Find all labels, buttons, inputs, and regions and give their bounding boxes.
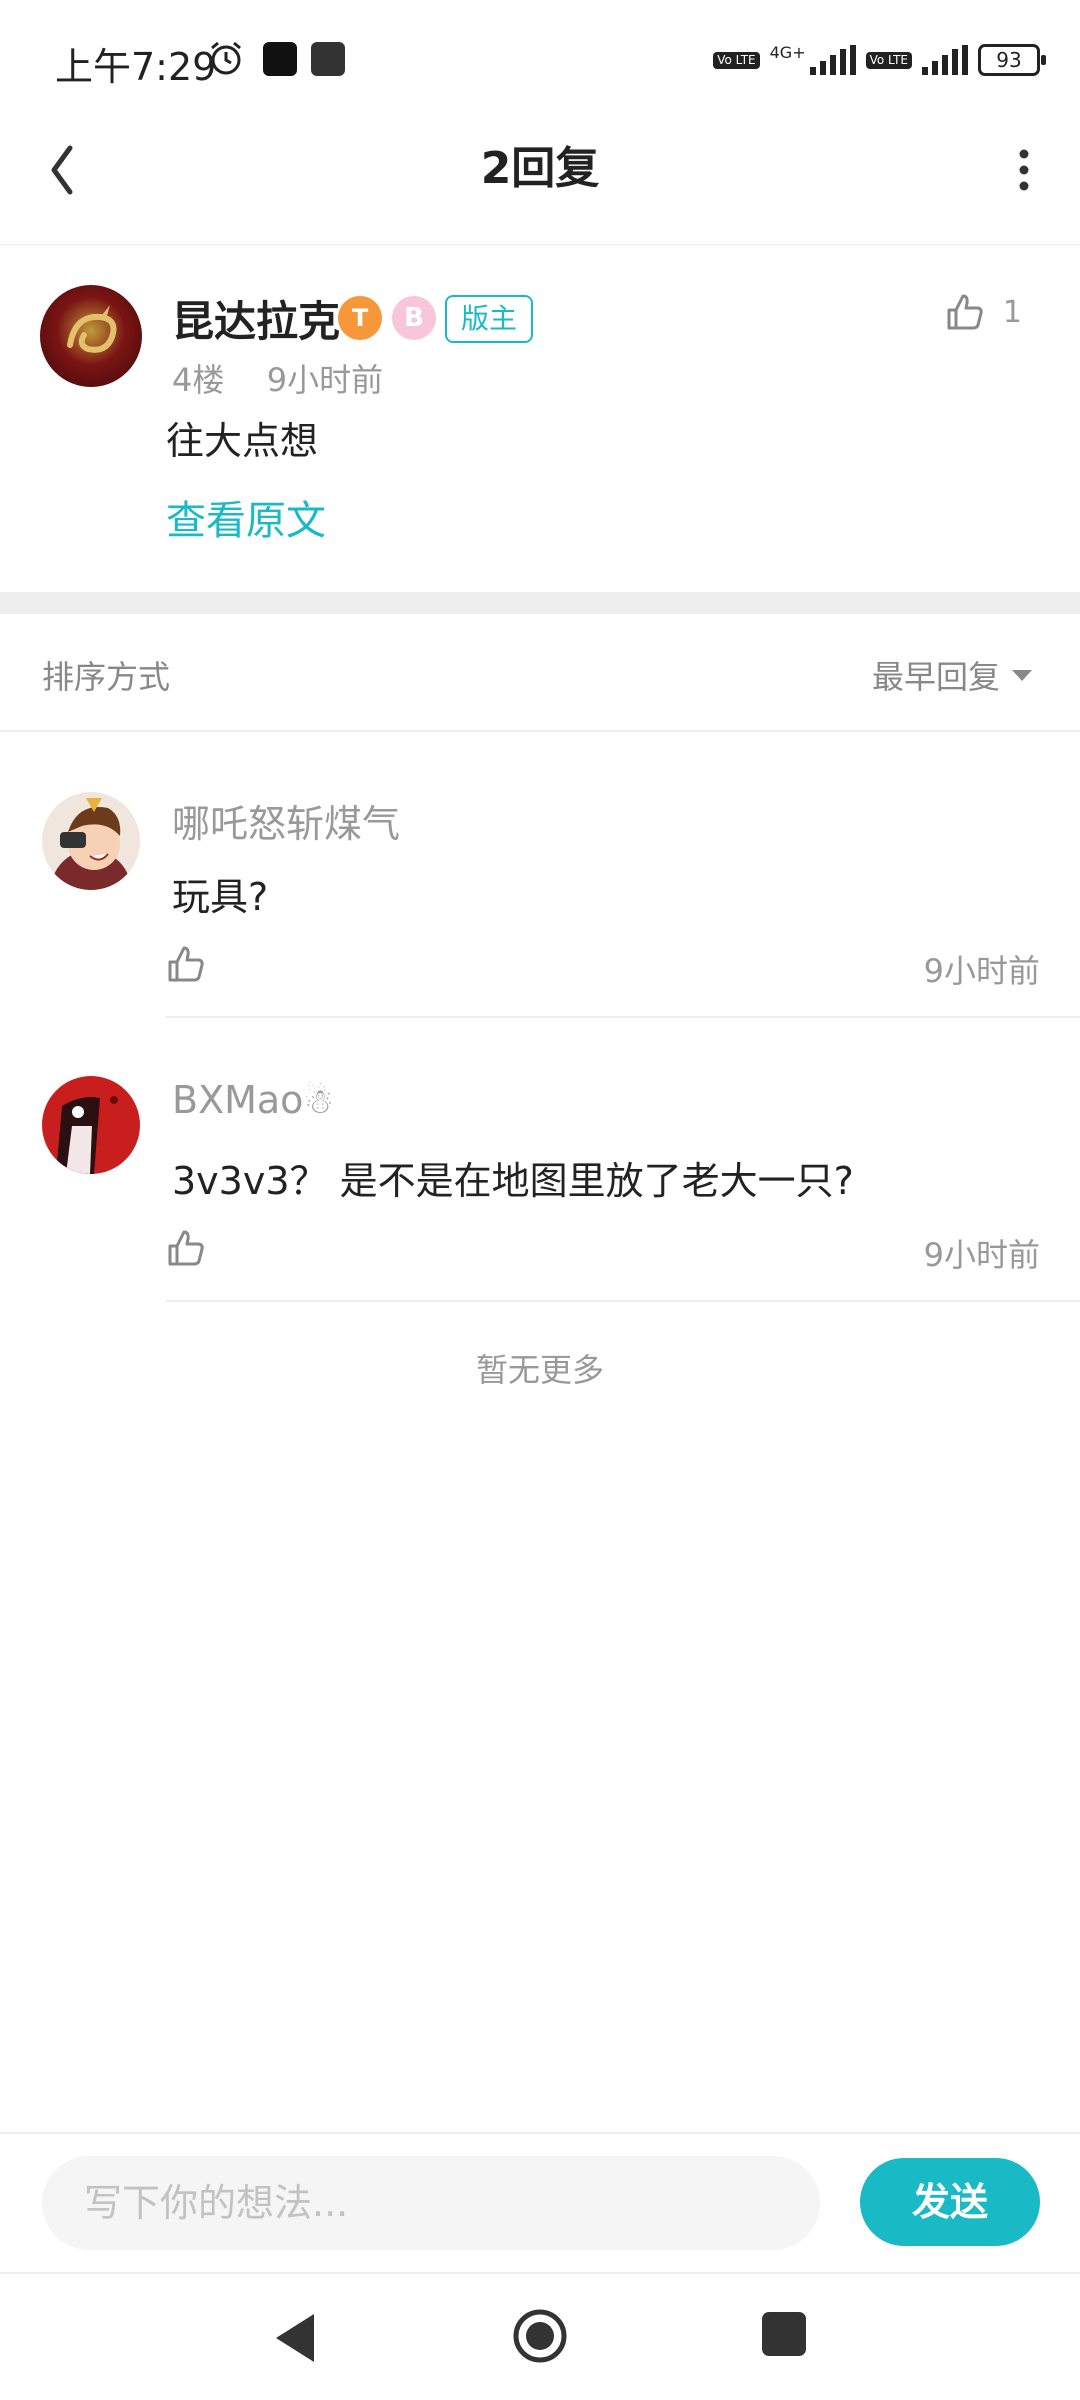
nav-home-icon[interactable]: [512, 2308, 568, 2364]
post-like-button[interactable]: 1: [945, 292, 1022, 332]
comment-input[interactable]: [42, 2156, 820, 2250]
post-time: 9小时前: [266, 361, 384, 399]
moderator-badge: 版主: [445, 295, 534, 343]
divider: [0, 730, 1080, 732]
nav-back-icon[interactable]: [270, 2310, 320, 2366]
post-content: 往大点想: [166, 419, 319, 463]
status-bar: 上午7:29 Vo LTE 4G+ Vo LTE 93: [0, 0, 1080, 120]
no-more-text: 暂无更多: [475, 1351, 604, 1389]
cartoon-avatar-icon: [51, 798, 131, 890]
thumbs-up-icon[interactable]: [166, 944, 206, 984]
red-character-avatar-icon: [56, 1096, 118, 1174]
divider: [0, 244, 1080, 245]
signal-icon: [922, 45, 968, 75]
volte-badge: Vo LTE: [713, 51, 760, 69]
reply-author-name[interactable]: 哪吒怒斩煤气: [172, 793, 400, 848]
signal-icon: [809, 45, 856, 75]
reply-author-name[interactable]: BXMao: [172, 1078, 303, 1122]
divider: [0, 2132, 1080, 2134]
view-original-link[interactable]: 查看原文: [166, 488, 326, 546]
notification-app-icon: [263, 42, 297, 76]
alarm-icon: [211, 41, 241, 75]
dragon-emblem-icon: [67, 305, 117, 353]
level-badge: T: [338, 296, 382, 340]
avatar[interactable]: [40, 285, 142, 387]
divider: [0, 2272, 1080, 2274]
nav-recent-icon[interactable]: [762, 2312, 806, 2356]
post-author-name[interactable]: 昆达拉克: [172, 288, 340, 349]
avatar[interactable]: [42, 1076, 140, 1174]
divider: [166, 1016, 1080, 1018]
send-button[interactable]: 发送: [860, 2158, 1040, 2246]
post-like-count: 1: [1002, 294, 1022, 330]
sort-selected: 最早回复: [871, 658, 1000, 696]
reply-text: 玩具?: [172, 875, 269, 919]
avatar[interactable]: [42, 792, 140, 890]
divider: [166, 1300, 1080, 1302]
page-title: 2回复: [480, 143, 600, 194]
battery-icon: 93: [978, 44, 1046, 76]
b-badge: B: [392, 296, 436, 340]
status-indicators: Vo LTE 4G+ Vo LTE 93: [713, 40, 1046, 80]
thumbs-up-icon: [947, 294, 983, 330]
reply-time: 9小时前: [923, 1236, 1040, 1274]
more-vertical-icon[interactable]: [1004, 140, 1044, 200]
sort-dropdown[interactable]: 最早回复: [872, 652, 1032, 698]
thumbs-up-icon[interactable]: [166, 1228, 206, 1268]
caret-down-icon: [1012, 669, 1032, 681]
notification-app-icon: [311, 42, 345, 76]
volte-badge: Vo LTE: [865, 51, 912, 69]
reply-author-name-row: BXMao☃: [172, 1078, 334, 1122]
sort-label: 排序方式: [42, 658, 171, 696]
status-time: 上午7:29: [55, 45, 217, 89]
reply-time: 9小时前: [923, 952, 1040, 990]
snowman-icon: ☃: [303, 1082, 334, 1122]
reply-text: 3v3v3？ 是不是在地图里放了老大一只?: [172, 1159, 854, 1203]
section-separator: [0, 592, 1080, 614]
network-type: 4G+: [769, 42, 806, 62]
post-meta: 4楼 9小时前: [172, 355, 383, 401]
post-floor: 4楼: [172, 361, 225, 399]
